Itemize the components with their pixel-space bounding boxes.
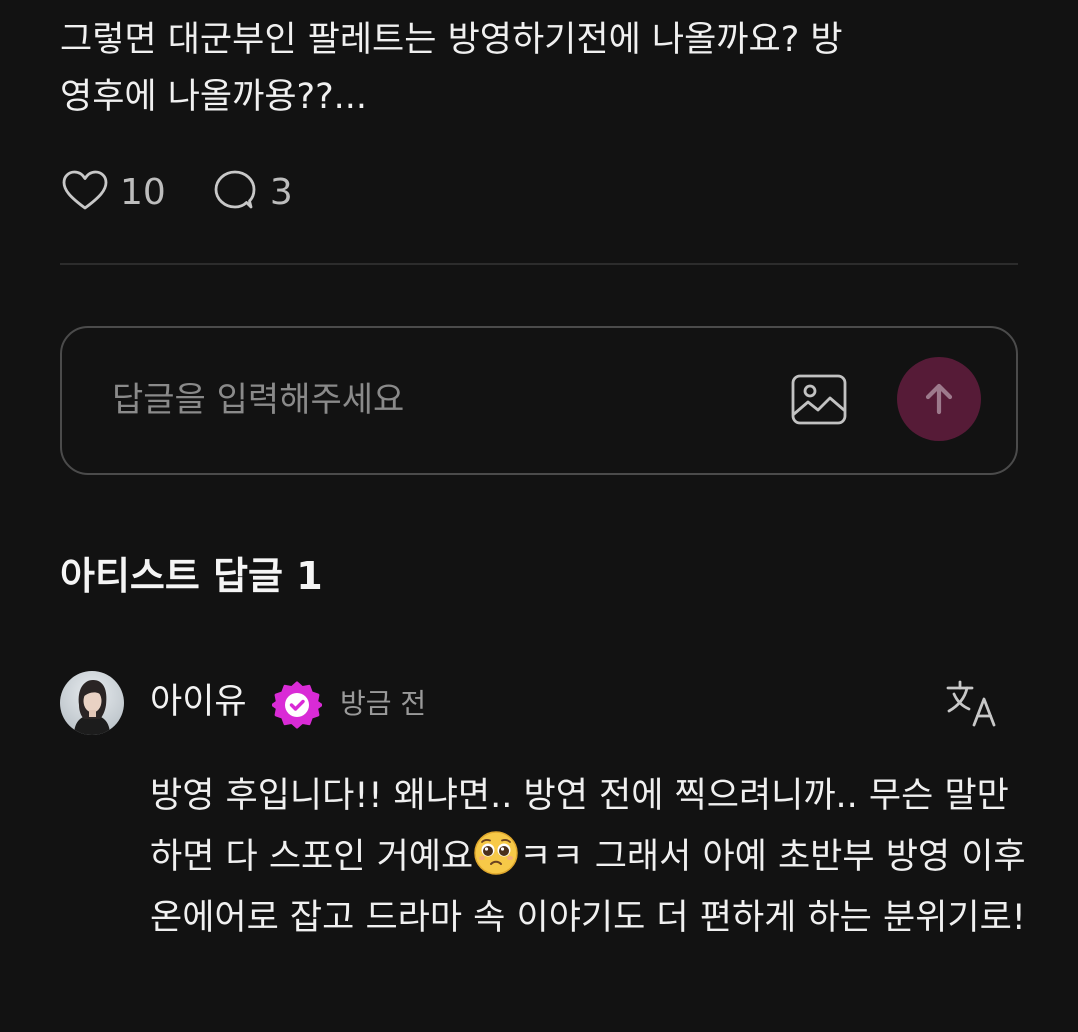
reply-text: 방영 후입니다!! 왜냐면.. 방연 전에 찍으려니까.. 무슨 말만 하면 다… (150, 766, 1030, 949)
like-button[interactable]: 10 (60, 167, 166, 217)
speech-bubble-icon (214, 170, 256, 209)
post-stats: 10 3 (60, 164, 293, 220)
avatar-image (60, 671, 124, 735)
artist-replies-heading: 아티스트 답글 1 (60, 554, 323, 598)
reply-input[interactable] (112, 372, 752, 428)
arrow-up-icon (925, 383, 953, 415)
send-button[interactable] (897, 357, 981, 441)
avatar[interactable] (60, 671, 124, 735)
reply-timestamp: 방금 전 (340, 687, 427, 720)
like-count: 10 (120, 171, 166, 213)
comment-count: 3 (269, 171, 293, 213)
post-text: 그렇면 대군부인 팔레트는 방영하기전에 나올까요? 방 영후에 나올까용??.… (60, 20, 843, 117)
reply-composer (60, 326, 1018, 475)
author-name[interactable]: 아이유 (150, 677, 247, 727)
divider (60, 263, 1018, 265)
translate-icon[interactable] (944, 678, 1000, 730)
image-icon[interactable] (790, 372, 848, 428)
comment-button[interactable]: 3 (210, 167, 293, 217)
heart-outline-icon (62, 170, 108, 210)
verified-badge-icon (272, 681, 322, 729)
pleading-face-emoji-icon (474, 831, 518, 875)
